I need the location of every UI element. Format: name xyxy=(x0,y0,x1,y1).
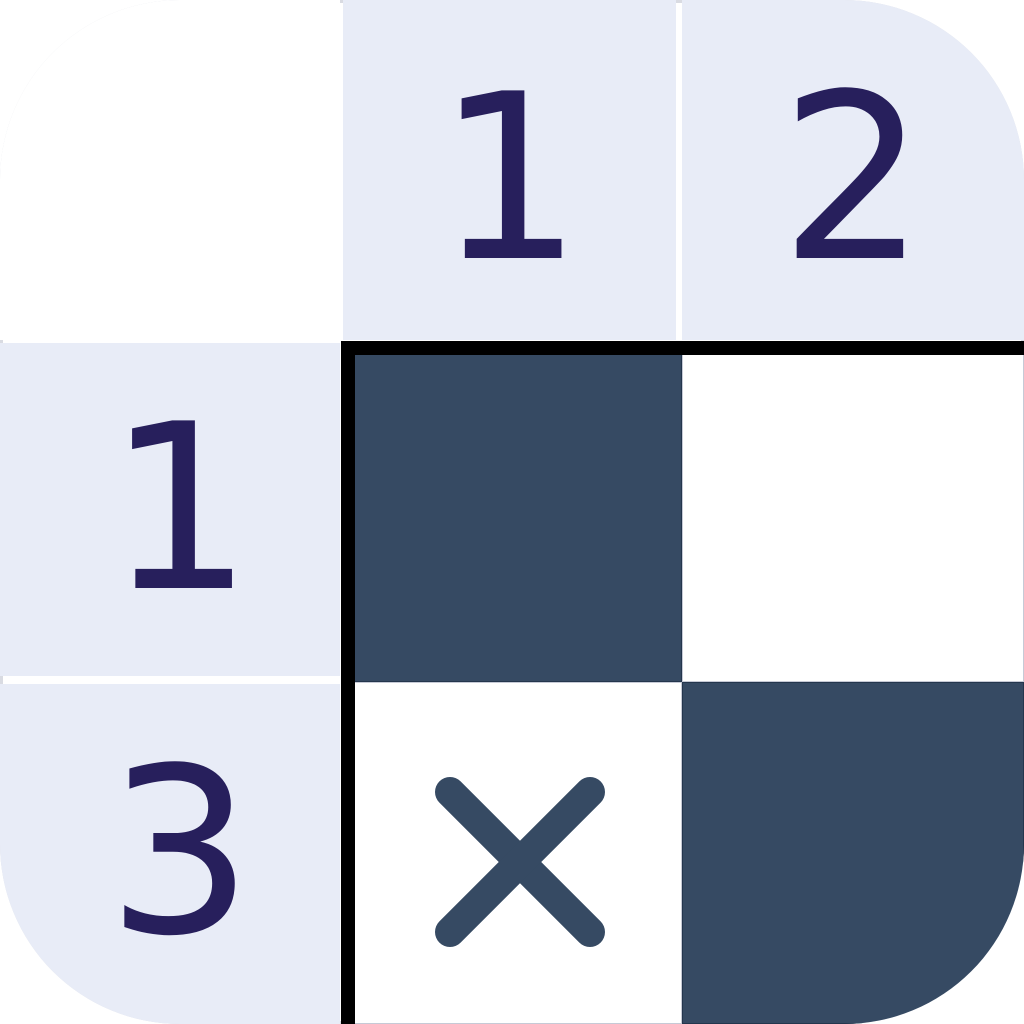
column-clue-2-label: 2 xyxy=(779,46,927,313)
column-clue-2: 2 xyxy=(682,0,1024,340)
row-clue-1-label: 1 xyxy=(106,375,254,643)
corner-cell xyxy=(0,0,340,340)
row-clue-2-label: 3 xyxy=(106,720,254,987)
grid-cell-empty xyxy=(682,350,1024,682)
row-clue-2: 3 xyxy=(0,684,340,1024)
app-icon: 1 2 1 3 xyxy=(0,0,1024,1024)
grid-frame-top xyxy=(341,341,1024,355)
grid-frame-left xyxy=(341,341,355,1024)
row-clue-1: 1 xyxy=(0,343,340,676)
column-clue-1-label: 1 xyxy=(436,46,583,313)
column-clue-1: 1 xyxy=(343,0,676,340)
x-mark-icon xyxy=(435,777,605,947)
grid-cell-filled xyxy=(682,682,1024,1024)
grid-cell-filled xyxy=(350,350,682,682)
